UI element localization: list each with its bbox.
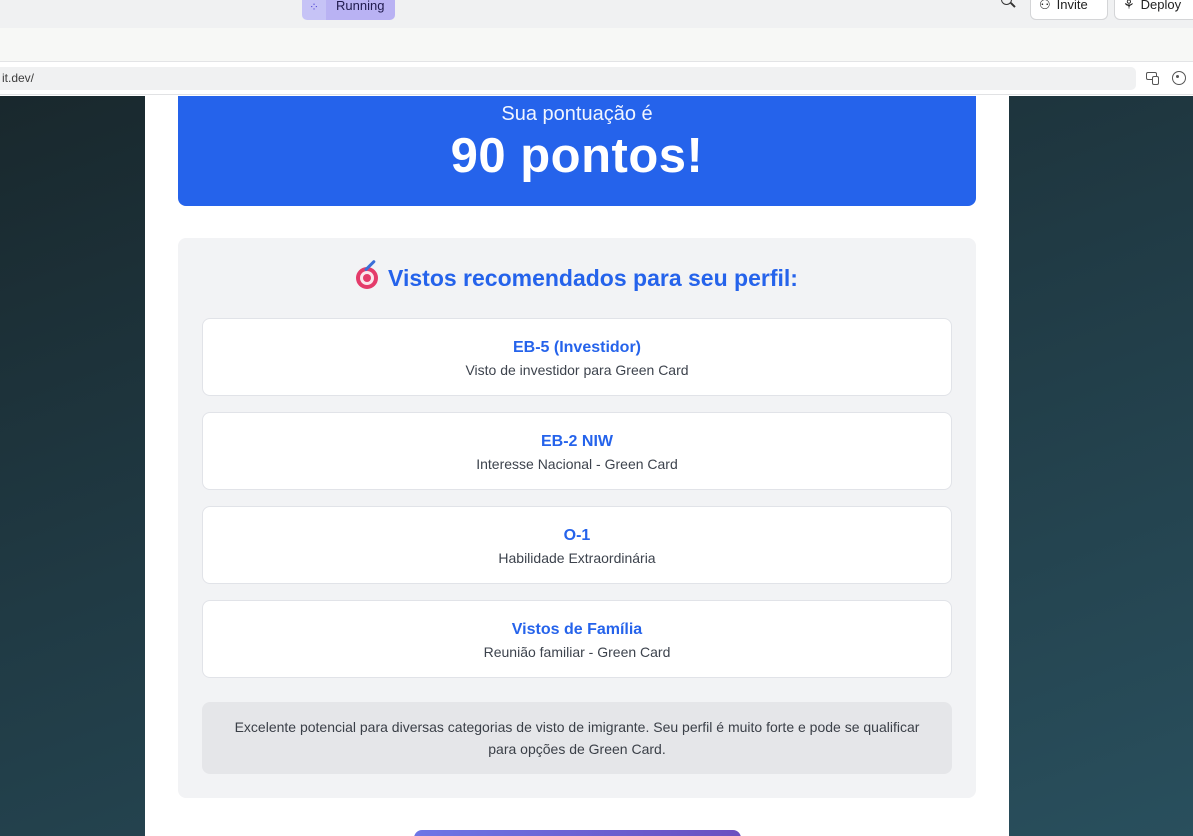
visa-card-o1[interactable]: O-1 Habilidade Extraordinária xyxy=(202,506,952,584)
run-button[interactable]: Running xyxy=(326,0,395,20)
visa-description: Interesse Nacional - Green Card xyxy=(476,456,678,472)
profile-summary: Excelente potencial para diversas catego… xyxy=(202,702,952,774)
recommendations-heading: Vistos recomendados para seu perfil: xyxy=(178,259,976,292)
target-icon xyxy=(356,259,379,289)
grid-dots-icon[interactable]: ⁘ xyxy=(302,0,326,20)
search-icon[interactable] xyxy=(998,0,1018,14)
address-bar: it.dev/ xyxy=(0,62,1193,95)
invite-label: Invite xyxy=(1056,0,1088,12)
recommendations-panel: Vistos recomendados para seu perfil: EB-… xyxy=(178,238,976,798)
visa-description: Visto de investidor para Green Card xyxy=(465,362,689,378)
score-intro: Sua pontuação é xyxy=(501,103,653,125)
visa-card-eb5[interactable]: EB-5 (Investidor) Visto de investidor pa… xyxy=(202,318,952,396)
recommendations-title: Vistos recomendados para seu perfil: xyxy=(388,265,798,291)
visa-card-eb2-niw[interactable]: EB-2 NIW Interesse Nacional - Green Card xyxy=(202,412,952,490)
palette-icon[interactable] xyxy=(1172,71,1186,85)
preview-viewport: Sua pontuação é 90 pontos! Vistos recome… xyxy=(0,96,1193,836)
visa-name: Vistos de Família xyxy=(511,621,643,638)
devices-icon[interactable] xyxy=(1146,71,1160,85)
score-card: Sua pontuação é 90 pontos! xyxy=(178,96,976,206)
visa-name: EB-2 NIW xyxy=(541,433,613,450)
deploy-icon: ⚘ xyxy=(1123,0,1135,12)
visa-name: O-1 xyxy=(563,527,591,544)
url-field[interactable]: it.dev/ xyxy=(0,67,1136,90)
deploy-button[interactable]: ⚘ Deploy xyxy=(1114,0,1193,20)
visa-name: EB-5 (Investidor) xyxy=(512,339,641,356)
score-value: 90 pontos! xyxy=(450,129,704,183)
visa-card-family[interactable]: Vistos de Família Reunião familiar - Gre… xyxy=(202,600,952,678)
tab-strip xyxy=(0,28,1193,62)
deploy-label: Deploy xyxy=(1140,0,1182,12)
visa-description: Habilidade Extraordinária xyxy=(498,550,656,566)
result-page: Sua pontuação é 90 pontos! Vistos recome… xyxy=(145,96,1009,836)
visa-description: Reunião familiar - Green Card xyxy=(483,644,671,660)
add-user-icon: ⚇ xyxy=(1039,0,1051,12)
workspace-toolbar: ⁘ Running ⚇ Invite ⚘ Deploy xyxy=(0,0,1193,28)
action-button-partial[interactable] xyxy=(414,830,741,836)
invite-button[interactable]: ⚇ Invite xyxy=(1030,0,1108,20)
